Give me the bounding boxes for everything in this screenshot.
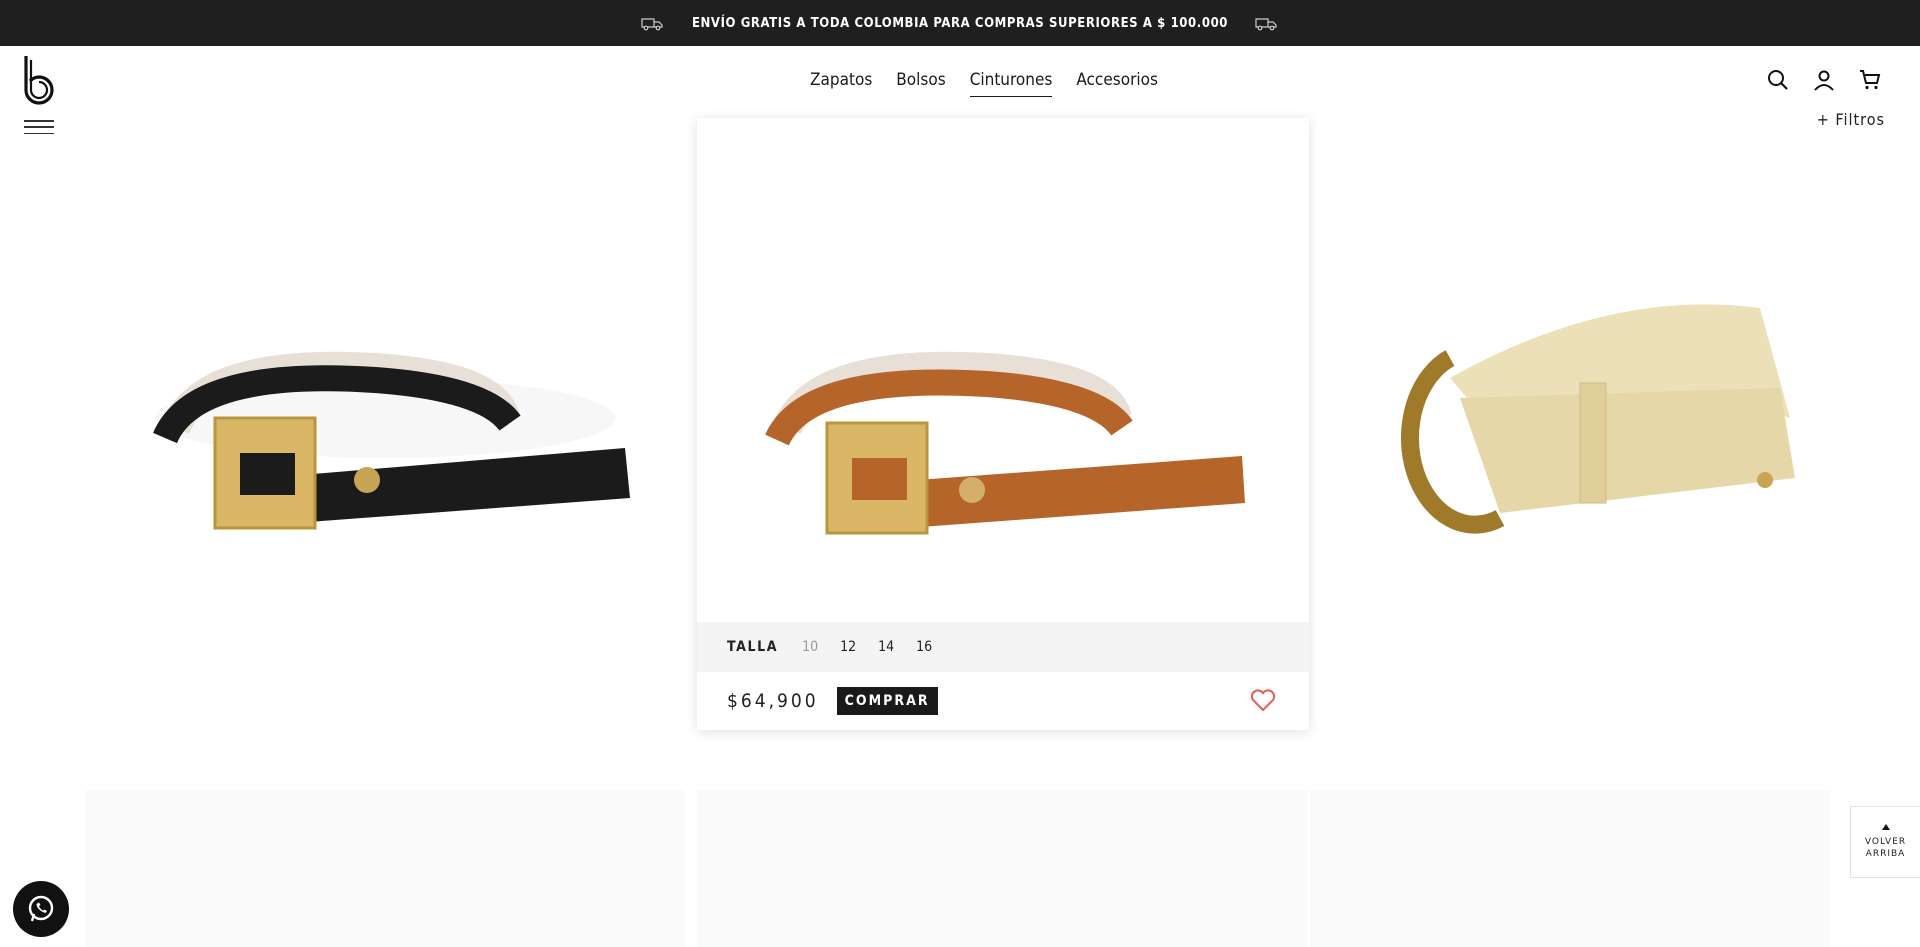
cart-icon[interactable] [1858,68,1882,92]
nav-accesorios[interactable]: Accesorios [1076,70,1158,97]
nav-cinturones[interactable]: Cinturones [969,70,1053,97]
size-option-10[interactable]: 10 [802,639,818,655]
heart-icon[interactable] [1250,688,1276,712]
size-label: TALLA [727,639,779,655]
product-image-brown-belt[interactable] [697,118,1307,618]
product-placeholder [85,790,685,947]
whatsapp-button[interactable] [13,881,69,937]
user-icon[interactable] [1812,68,1836,92]
product-placeholder [697,790,1307,947]
back-to-top-line2: ARRIBA [1865,849,1906,859]
site-header: Zapatos Bolsos Cinturones Accesorios [0,46,1920,134]
back-to-top-button[interactable]: VOLVER ARRIBA [1850,806,1920,878]
buy-button[interactable]: COMPRAR [836,687,938,715]
buy-row: $64,900 COMPRAR [697,672,1309,730]
product-placeholder [1310,790,1830,947]
product-image-gold-belt[interactable] [1310,118,1920,618]
size-selector: TALLA 10 12 14 16 [697,622,1309,672]
size-option-14[interactable]: 14 [878,639,894,655]
size-option-16[interactable]: 16 [916,639,932,655]
promo-text: ENVÍO GRATIS A TODA COLOMBIA PARA COMPRA… [691,15,1229,31]
truck-icon [641,18,663,31]
nav-zapatos[interactable]: Zapatos [810,70,872,97]
nav-bolsos[interactable]: Bolsos [896,70,945,97]
back-to-top-line1: VOLVER [1864,837,1907,847]
size-option-12[interactable]: 12 [840,639,856,655]
main-nav: Zapatos Bolsos Cinturones Accesorios [0,70,1920,97]
arrow-up-icon [1881,824,1890,830]
menu-button[interactable] [24,120,54,134]
whatsapp-icon [28,895,54,922]
truck-icon [1255,18,1277,31]
product-image-black-belt[interactable] [85,118,695,618]
promo-bar: ENVÍO GRATIS A TODA COLOMBIA PARA COMPRA… [0,0,1920,46]
product-price: $64,900 [727,690,819,712]
header-icons [1766,68,1882,92]
search-icon[interactable] [1766,68,1790,92]
